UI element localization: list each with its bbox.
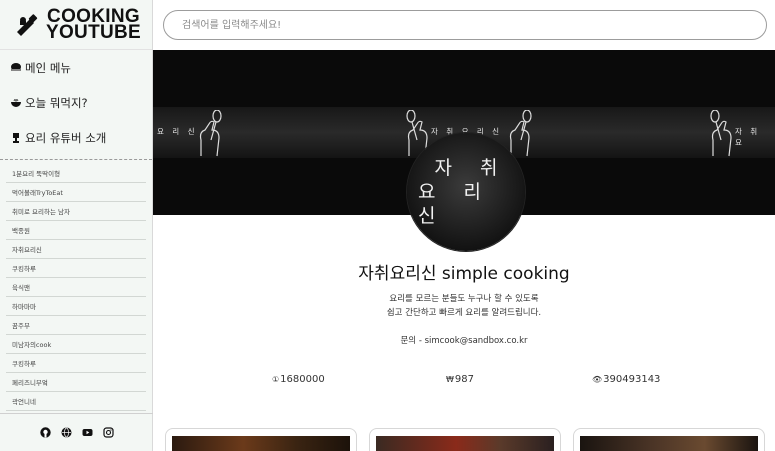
youtuber-item[interactable]: 미남자의cook [6,335,146,354]
logo[interactable]: COOKING YOUTUBE [0,0,152,50]
video-card[interactable] [573,428,765,451]
view-count: 👁 390493143 [592,374,660,385]
logo-line-2: YOUTUBE [46,21,141,43]
instagram-icon[interactable] [102,427,114,438]
subscriber-count: ① 1680000 [272,374,325,385]
menu-item-main[interactable]: 메인 메뉴 [0,50,152,85]
channel-avatar[interactable]: 자 취 요 리 신 [407,133,525,251]
channel-description-line-2: 쉽고 간단하고 빠르게 요리를 알려드립니다. [386,308,542,318]
menu-label-main: 메인 메뉴 [25,60,71,75]
youtuber-item[interactable]: 먹어볼래TryToEat [6,183,146,202]
banner-strip-text: 요 리 신 [157,127,198,136]
youtube-icon[interactable] [82,427,93,438]
youtuber-item[interactable]: 백종원 [6,221,146,240]
search-input[interactable] [163,10,767,40]
view-value: 390493143 [603,374,661,385]
hat-icon [10,62,22,74]
youtuber-item[interactable]: 육식맨 [6,278,146,297]
social-links [0,413,153,451]
youtuber-item[interactable]: 1분요리 뚝딱이형 [6,164,146,183]
channel-title: 자취요리신 simple cooking [358,264,570,284]
video-icon: ₩ [446,375,454,384]
youtuber-list: 1분요리 뚝딱이형 먹어볼래TryToEat 취미로 요리하는 남자 백종원 자… [0,160,152,411]
youtuber-item[interactable]: 하마마마 [6,297,146,316]
video-thumbnail[interactable] [172,436,350,451]
github-icon[interactable] [39,427,51,438]
menu-item-youtubers[interactable]: 요리 유튜버 소개 [0,120,152,155]
youtuber-item[interactable]: 쿠킹하루 [6,259,146,278]
globe-icon[interactable] [61,427,72,438]
video-thumbnail[interactable] [580,436,758,451]
video-thumbnail[interactable] [376,436,554,451]
youtuber-item[interactable]: 곽언니네 [6,392,146,411]
video-card[interactable] [165,428,357,451]
video-value: 987 [454,374,475,385]
main-menu: 메인 메뉴 오늘 뭐먹지? 요리 유튜버 소개 [0,50,152,160]
video-card[interactable] [369,428,561,451]
menu-label-today: 오늘 뭐먹지? [25,95,88,110]
youtuber-item[interactable]: 꿈주부 [6,316,146,335]
bowl-icon [10,97,22,109]
trophy-icon [10,132,22,144]
youtuber-item[interactable]: 쿠킹하루 [6,354,146,373]
youtuber-item[interactable]: 자취요리신 [6,240,146,259]
channel-contact: 문의 - simcook@sandbox.co.kr [400,336,528,346]
youtuber-item[interactable]: 취미로 요리하는 남자 [6,202,146,221]
avatar-text-line-1: 자 취 [434,157,509,179]
chef-knife-icon [17,13,38,36]
channel-description-line-1: 요리를 모르는 분들도 누구나 할 수 있도록 [389,294,539,304]
video-count: ₩ 987 [446,374,474,385]
menu-item-today[interactable]: 오늘 뭐먹지? [0,85,152,120]
avatar-text-line-2: 요 리 신 [418,181,492,227]
menu-label-youtubers: 요리 유튜버 소개 [25,130,107,145]
banner-strip-text: 자 취 요 [735,127,761,147]
sidebar: COOKING YOUTUBE 메인 메뉴 오늘 뭐먹지? 요리 유튜버 소개 … [0,0,153,451]
subscriber-value: 1680000 [280,374,325,385]
chef-hand-illustration [199,110,222,157]
youtuber-item[interactable]: 페리즈니부엌 [6,373,146,392]
subscriber-icon: ① [272,375,280,384]
header [153,0,775,50]
eye-icon: 👁 [592,375,603,384]
